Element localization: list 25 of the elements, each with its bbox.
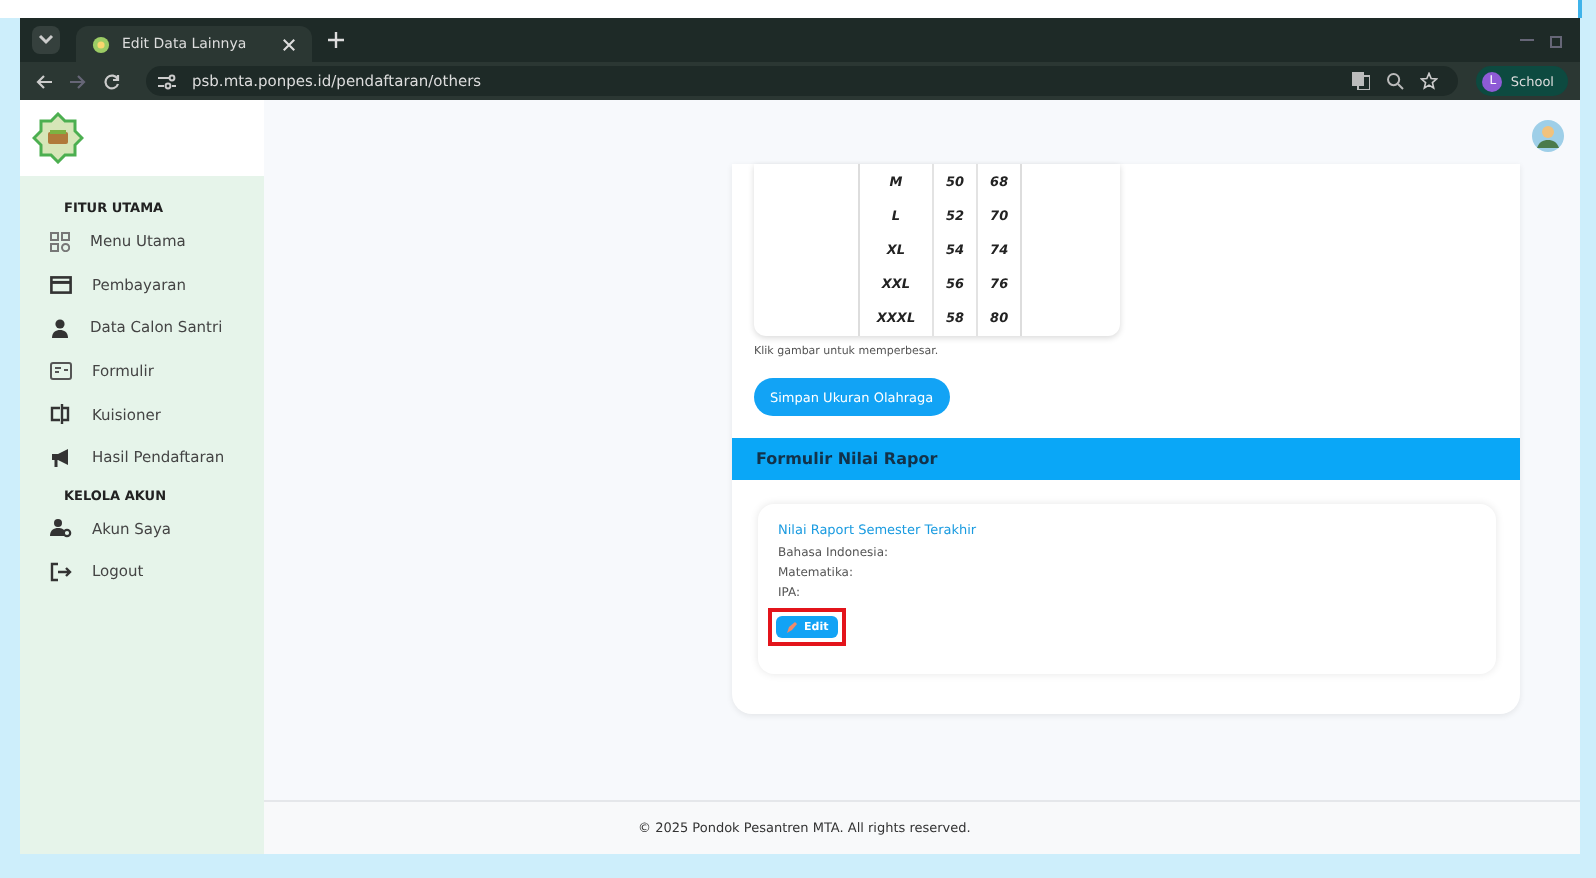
credit-card-icon: [50, 275, 72, 294]
megaphone-icon: [50, 447, 72, 468]
bracket-icon: [50, 404, 72, 425]
person-icon: [50, 317, 70, 338]
grid-icon: [50, 231, 70, 252]
id-card-icon: [50, 362, 72, 381]
site-settings-icon: [158, 73, 176, 89]
user-settings-icon: [50, 518, 72, 539]
star-icon[interactable]: [1420, 72, 1439, 90]
tab-search-button[interactable]: [32, 26, 60, 54]
reload-icon[interactable]: [104, 73, 120, 89]
section-header: Formulir Nilai Rapor: [732, 438, 1520, 480]
site-favicon-icon: [92, 35, 110, 53]
avatar-icon[interactable]: [1532, 120, 1564, 152]
close-tab-icon[interactable]: [282, 37, 296, 51]
pencil-icon: [786, 621, 798, 633]
back-icon[interactable]: [36, 73, 52, 89]
logout-icon: [50, 561, 72, 582]
caret-icon: [38, 34, 54, 46]
restore-icon[interactable]: [1550, 33, 1564, 47]
minimize-icon[interactable]: [1520, 38, 1534, 42]
new-tab-icon[interactable]: [328, 32, 344, 48]
logo-icon: [32, 112, 84, 164]
zoom-icon[interactable]: [1386, 72, 1405, 90]
translate-icon[interactable]: [1352, 72, 1371, 90]
